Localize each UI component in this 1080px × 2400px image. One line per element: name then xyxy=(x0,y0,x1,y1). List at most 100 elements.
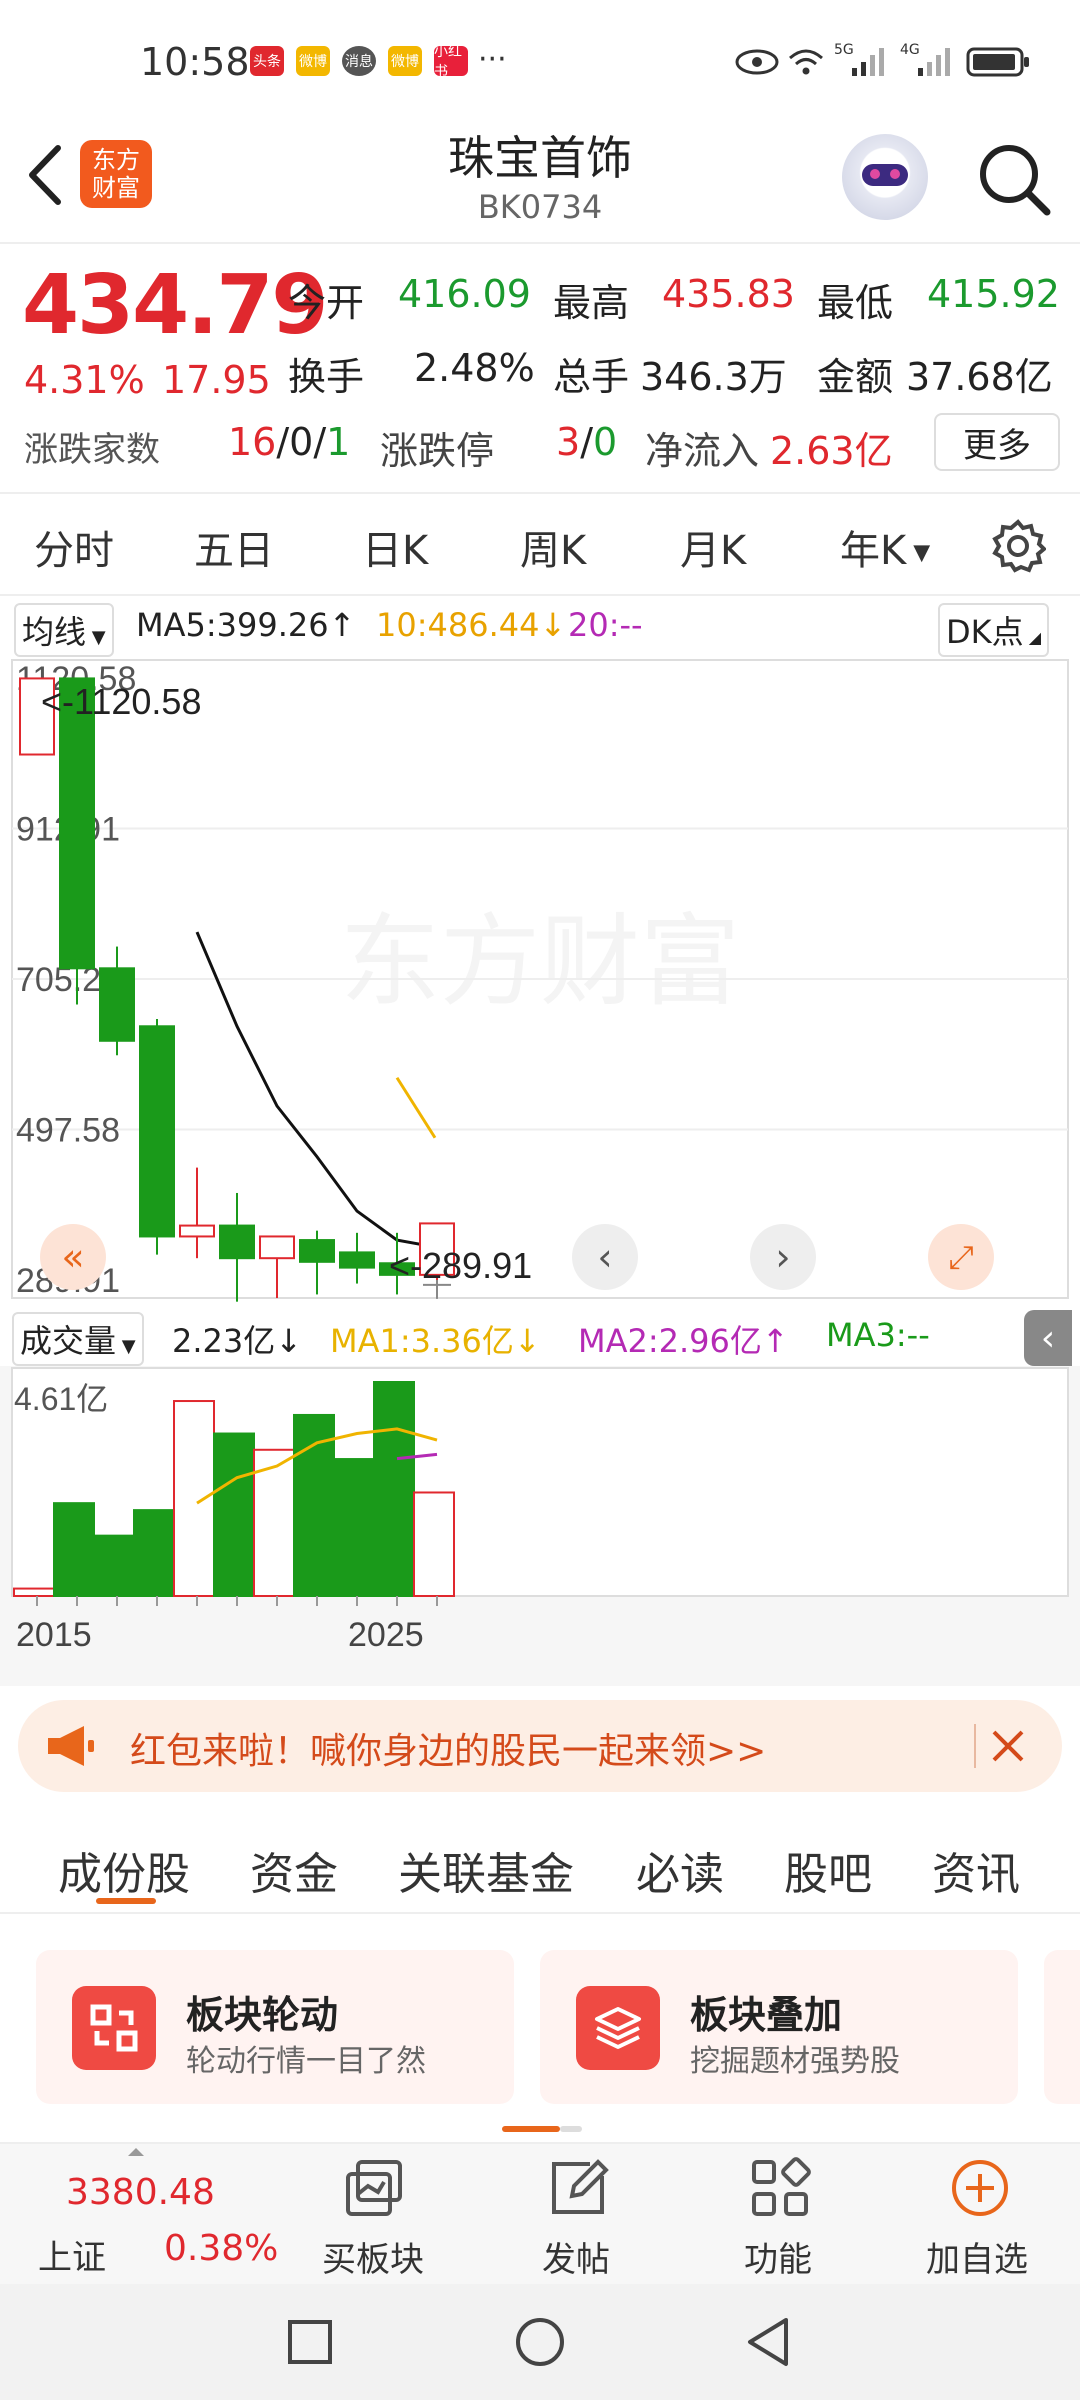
message-icon: 消息 xyxy=(342,46,376,76)
index-value[interactable]: 3380.48 xyxy=(66,2172,215,2213)
card-peek[interactable] xyxy=(1044,1950,1080,2104)
volume-bar xyxy=(373,1381,415,1597)
updown-count-label: 涨跌家数 xyxy=(24,430,160,470)
high-value: 435.83 xyxy=(662,272,795,316)
limit-label: 涨跌停 xyxy=(380,429,495,473)
volume-bar xyxy=(13,1587,55,1597)
ma10-value: 10:486.44↓ xyxy=(376,606,567,644)
close-icon[interactable] xyxy=(990,1728,1026,1764)
layers-icon xyxy=(576,1986,660,2070)
status-bar: 10:58 头条 微博 消息 微博 小红书 ··· 5G 4G xyxy=(0,0,1080,120)
volume-bar xyxy=(413,1491,455,1597)
x-axis-end: 2025 xyxy=(348,1616,424,1654)
tab-stock-forum[interactable]: 股吧 xyxy=(784,1838,872,1902)
network-5g-label: 5G xyxy=(834,42,854,58)
change-percent: 4.31% xyxy=(24,358,145,402)
index-percent[interactable]: 0.38% xyxy=(164,2228,278,2269)
candle-body xyxy=(339,1251,375,1269)
volume-bar xyxy=(173,1400,215,1598)
buy-block-icon[interactable] xyxy=(340,2158,410,2222)
candle-body xyxy=(99,967,135,1042)
status-time: 10:58 xyxy=(140,40,250,84)
netflow-value: 2.63亿 xyxy=(770,429,893,473)
ma-selector[interactable]: 均线 ▼ xyxy=(14,603,114,657)
tab-must-read[interactable]: 必读 xyxy=(636,1838,724,1902)
pager-active-dot xyxy=(502,2126,560,2132)
tab-intraday[interactable]: 分时 xyxy=(34,518,114,576)
tab-daily-k[interactable]: 日K xyxy=(362,518,428,576)
volume-ma3: MA3:-- xyxy=(826,1316,930,1354)
scroll-left-icon[interactable]: ‹ xyxy=(572,1224,638,1290)
tab-related-funds[interactable]: 关联基金 xyxy=(398,1838,574,1902)
volume-bar xyxy=(293,1413,335,1597)
candle-body xyxy=(219,1224,255,1260)
low-value: 415.92 xyxy=(927,272,1060,316)
back-nav-icon[interactable] xyxy=(744,2316,792,2368)
active-tab-indicator xyxy=(96,1898,156,1904)
min-price-marker: <-289.91 xyxy=(389,1245,532,1286)
add-favorite-label[interactable]: 加自选 xyxy=(926,2232,1028,2281)
expand-caret-icon[interactable] xyxy=(128,2148,144,2156)
scroll-right-icon[interactable]: › xyxy=(750,1224,816,1290)
card-title: 板块轮动 xyxy=(186,1993,339,2037)
toutiao-icon: 头条 xyxy=(250,46,284,76)
volume-ma2: MA2:2.96亿↑ xyxy=(578,1322,789,1360)
x-axis-start: 2015 xyxy=(16,1616,92,1654)
robot-assistant-icon[interactable] xyxy=(842,134,928,220)
tab-news[interactable]: 资讯 xyxy=(932,1838,1020,1902)
bottom-toolbar xyxy=(0,2142,1080,2286)
change-amount: 17.95 xyxy=(162,358,271,402)
current-price: 434.79 xyxy=(22,258,328,353)
megaphone-icon xyxy=(48,1726,94,1766)
card-subtitle: 挖掘题材强势股 xyxy=(690,2044,900,2079)
volume-axis-max: 4.61亿 xyxy=(14,1381,108,1417)
bottom-tabs-divider xyxy=(0,1912,1080,1914)
more-button[interactable]: 更多 xyxy=(934,413,1060,471)
dk-point-button[interactable]: DK点 ◢ xyxy=(938,603,1050,657)
settings-gear-icon[interactable] xyxy=(990,518,1046,574)
signal-icon xyxy=(852,48,884,76)
tab-divider xyxy=(0,594,1080,596)
functions-grid-icon[interactable] xyxy=(748,2156,812,2220)
pager-dot xyxy=(560,2126,582,2132)
tab-yearly-k[interactable]: 年K ▼ xyxy=(840,518,930,576)
turnover-value: 2.48% xyxy=(414,346,535,390)
rewind-fast-icon[interactable]: « xyxy=(40,1224,106,1290)
volume-chart[interactable]: 4.61亿 2015 2025 xyxy=(0,1366,1080,1686)
more-notifications-icon: ··· xyxy=(478,42,507,77)
candle-body xyxy=(179,1224,215,1238)
volume-ma1: MA1:3.36亿↓ xyxy=(330,1322,541,1360)
open-label: 今开 xyxy=(288,281,365,325)
ma20-value: 20:-- xyxy=(568,606,643,644)
post-label[interactable]: 发帖 xyxy=(542,2232,610,2281)
index-name[interactable]: 上证 xyxy=(38,2230,106,2279)
add-favorite-icon[interactable] xyxy=(948,2156,1012,2220)
home-icon[interactable] xyxy=(514,2316,566,2368)
network-4g-label: 4G xyxy=(900,42,920,58)
candle-body xyxy=(299,1239,335,1263)
volume-bar xyxy=(133,1509,175,1597)
banner-divider xyxy=(974,1724,976,1768)
recent-apps-icon[interactable] xyxy=(286,2318,334,2366)
volume-selector[interactable]: 成交量 ▼ xyxy=(12,1312,144,1366)
updown-count: 16/0/1 xyxy=(228,420,351,464)
search-icon[interactable] xyxy=(975,140,1055,220)
quote-divider xyxy=(0,492,1080,494)
weibo-icon-2: 微博 xyxy=(388,46,422,76)
post-edit-icon[interactable] xyxy=(546,2156,610,2220)
tab-weekly-k[interactable]: 周K xyxy=(520,518,586,576)
tab-monthly-k[interactable]: 月K xyxy=(680,518,746,576)
tab-funds[interactable]: 资金 xyxy=(250,1838,338,1902)
promo-banner-text[interactable]: 红包来啦！喊你身边的股民一起来领>> xyxy=(130,1722,766,1774)
functions-label[interactable]: 功能 xyxy=(744,2232,812,2281)
volume-value: 2.23亿↓ xyxy=(172,1322,303,1360)
candlestick-chart[interactable]: 东方财富 1120.58912.91705.25497.58289.91 <-1… xyxy=(0,656,1080,1306)
netflow-label: 净流入 xyxy=(645,429,760,473)
tab-five-day[interactable]: 五日 xyxy=(194,518,274,576)
volume-bar xyxy=(93,1534,135,1597)
collapse-panel-icon[interactable]: ‹ xyxy=(1024,1310,1072,1366)
fullscreen-expand-icon[interactable]: ⤢ xyxy=(928,1224,994,1290)
buy-block-label[interactable]: 买板块 xyxy=(322,2232,424,2281)
amount-label: 金额 xyxy=(817,355,894,399)
tab-constituents[interactable]: 成份股 xyxy=(58,1838,190,1902)
